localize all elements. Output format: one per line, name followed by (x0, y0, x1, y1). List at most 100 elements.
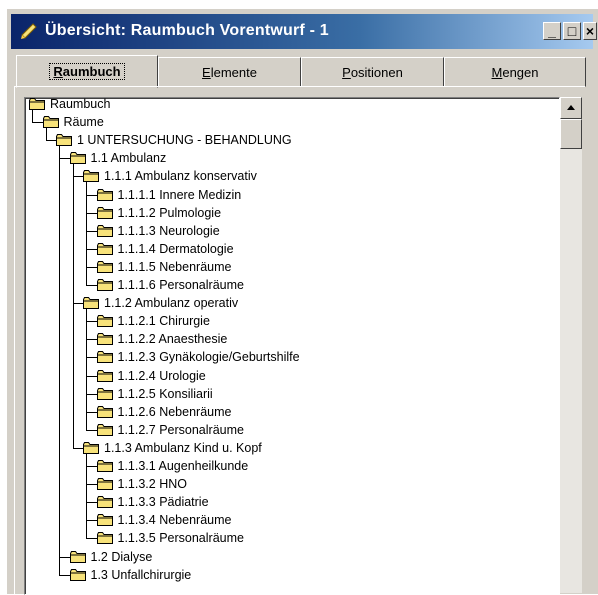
tree-node[interactable]: 1.1.3.2 HNO (96, 475, 187, 493)
tree-node[interactable]: Raumbuch (29, 98, 110, 113)
tree-node[interactable]: 1.1.1 Ambulanz konservativ (83, 167, 257, 185)
tree-connector (72, 303, 83, 305)
tree-node[interactable]: 1.1.2.6 Nebenräume (96, 403, 231, 421)
folder-icon (96, 333, 114, 346)
tab-raumbuch[interactable]: Raumbuch (16, 55, 158, 88)
tab-elemente-label: lemente (210, 64, 257, 80)
folder-icon (96, 224, 114, 237)
tree-node[interactable]: 1.1.3.5 Personalräume (96, 529, 244, 547)
tree-node-label: 1.2 Dialyse (90, 549, 153, 564)
tab-raumbuch-label: aumbuch (62, 64, 121, 79)
tree-node[interactable]: 1.2 Dialyse (69, 548, 153, 566)
tree-node-label: 1.1.2.1 Chirurgie (117, 314, 210, 329)
tree-connector (86, 248, 97, 250)
scroll-up-button[interactable] (560, 97, 582, 119)
tree-node-label: 1.1.3.5 Personalräume (117, 531, 244, 546)
tree-node[interactable]: 1.1.2.4 Urologie (96, 367, 206, 385)
minimize-button[interactable]: _ (543, 22, 561, 40)
tree-node-label: 1.1.2.3 Gynäkologie/Geburtshilfe (117, 350, 300, 365)
tree-connector (86, 393, 97, 395)
tree-node[interactable]: 1.1.2.3 Gynäkologie/Geburtshilfe (96, 348, 300, 366)
tree-view[interactable]: Raumbuch Räume 1 UNTERSUCHUNG - BEHANDLUNG… (24, 97, 560, 595)
tree-node[interactable]: 1.1 Ambulanz (69, 149, 167, 167)
tree-node[interactable]: 1.1.1.6 Personalräume (96, 276, 244, 294)
tree-node-label: 1.1.1.2 Pulmologie (117, 205, 222, 220)
folder-icon (96, 460, 114, 472)
tree-node[interactable]: 1.1.2.2 Anaesthesie (96, 330, 227, 348)
tree-connector (86, 308, 87, 430)
tree-connector (32, 109, 33, 123)
tree-connector (32, 122, 43, 124)
tree-connector (59, 574, 70, 576)
tree-node-label: 1.1 Ambulanz (90, 151, 167, 166)
tree-node[interactable]: 1.1.1.5 Nebenräume (96, 258, 232, 276)
tab-elemente[interactable]: Elemente (158, 57, 301, 87)
tab-mengen[interactable]: Mengen (444, 57, 586, 87)
tree-node[interactable]: 1.3 Unfallchirurgie (69, 566, 192, 584)
vertical-scrollbar[interactable] (560, 97, 582, 593)
folder-icon (96, 206, 114, 219)
tree-node[interactable]: 1.1.1.1 Innere Medizin (96, 186, 242, 204)
tree-node-label: Räume (63, 115, 104, 130)
tree-node[interactable]: 1.1.1.2 Pulmologie (96, 204, 222, 222)
tab-positionen[interactable]: Positionen (301, 57, 444, 87)
folder-icon (96, 532, 114, 545)
tree-node[interactable]: 1.1.1.4 Dermatologie (96, 240, 234, 258)
tree-connector (86, 502, 97, 504)
tree-connector (86, 538, 97, 540)
tree-node[interactable]: 1.1.3 Ambulanz Kind u. Kopf (83, 439, 262, 457)
folder-icon (96, 514, 114, 527)
tree-node[interactable]: 1.1.2.1 Chirurgie (96, 312, 210, 330)
tree-node-label: 1.1.1 Ambulanz konservativ (104, 169, 257, 184)
tree-node-label: 1.1.1.5 Nebenräume (117, 259, 232, 274)
tree-connector (59, 556, 70, 558)
tree-node-label: 1.1.1.1 Innere Medizin (117, 187, 242, 202)
tree-node-label: 1.3 Unfallchirurgie (90, 567, 192, 582)
app-icon (19, 21, 39, 41)
tree-connector (45, 127, 47, 141)
tree-node[interactable]: 1.1.3.4 Nebenräume (96, 511, 232, 529)
tree-node[interactable]: 1.1.3.1 Augenheilkunde (96, 457, 249, 475)
folder-icon (96, 315, 114, 328)
tree-node-label: 1.1.2.7 Personalräume (117, 422, 244, 437)
tree-node-label: 1.1.3.1 Augenheilkunde (117, 459, 249, 473)
title-bar[interactable]: Übersicht: Raumbuch Vorentwurf - 1 _ □ × (11, 14, 597, 49)
tree-connector (45, 140, 56, 142)
folder-icon (96, 496, 114, 509)
tree-node-label: 1.1.3 Ambulanz Kind u. Kopf (104, 440, 262, 455)
tree-node-label: 1.1.3.4 Nebenräume (117, 513, 232, 528)
tree-node[interactable]: Räume (42, 113, 104, 131)
scroll-thumb[interactable] (560, 119, 582, 149)
close-button[interactable]: × (583, 22, 597, 40)
folder-icon (96, 405, 114, 418)
tree-node-label: 1 UNTERSUCHUNG - BEHANDLUNG (77, 133, 292, 148)
folder-icon (96, 242, 114, 255)
tab-raumbuch-accel: R (53, 64, 63, 79)
window-title: Übersicht: Raumbuch Vorentwurf - 1 (45, 22, 329, 39)
tree-node[interactable]: 1 UNTERSUCHUNG - BEHANDLUNG (56, 131, 292, 149)
tree-node-label: 1.1.1.3 Neurologie (117, 223, 220, 238)
tree-connector (86, 357, 97, 359)
tree-connector (86, 429, 97, 431)
tree-connector (86, 375, 97, 377)
folder-icon (96, 369, 114, 382)
tree-connector (86, 411, 97, 413)
folder-icon (69, 550, 87, 563)
maximize-button[interactable]: □ (563, 22, 581, 40)
folder-icon (96, 279, 114, 291)
folder-icon (96, 423, 114, 436)
tree-node[interactable]: 1.1.2.7 Personalräume (96, 421, 244, 439)
tree-connector (59, 158, 70, 160)
tree-node[interactable]: 1.1.2.5 Konsiliarii (96, 385, 213, 403)
folder-icon (69, 568, 87, 581)
tree-node[interactable]: 1.1.2 Ambulanz operativ (83, 294, 238, 312)
tree-connector (59, 145, 60, 575)
tree-node[interactable]: 1.1.3.3 Pädiatrie (96, 493, 209, 511)
tree-connector (86, 212, 97, 214)
folder-icon (96, 188, 114, 201)
tree-connector (86, 520, 97, 522)
tree-node[interactable]: 1.1.1.3 Neurologie (96, 222, 220, 240)
tree-node-label: 1.1.2.5 Konsiliarii (117, 386, 213, 401)
tree-connector (86, 484, 97, 486)
folder-icon (96, 387, 114, 400)
